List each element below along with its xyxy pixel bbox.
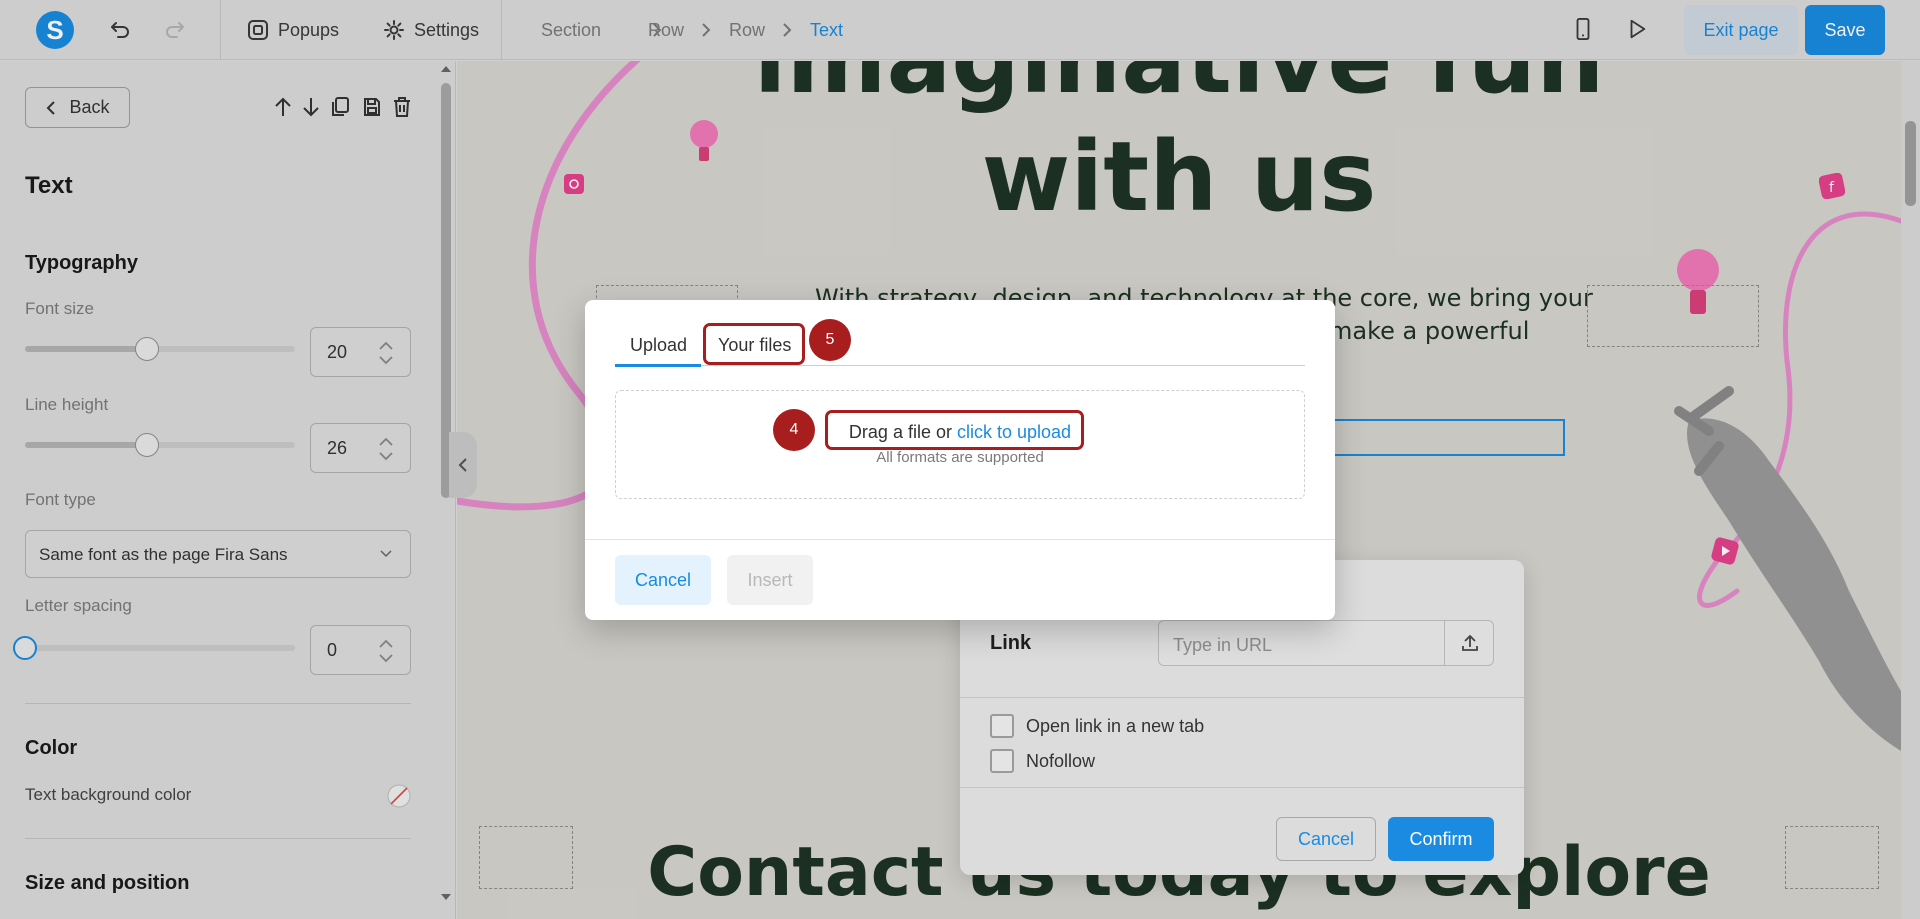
nofollow-checkbox[interactable]	[990, 749, 1014, 773]
annotation-badge-4: 4	[773, 409, 815, 451]
annotation-highlight-upload	[825, 410, 1084, 450]
link-cancel-button[interactable]: Cancel	[1276, 817, 1376, 861]
nofollow-label: Nofollow	[1026, 751, 1096, 771]
formats-note: All formats are supported	[876, 449, 1044, 466]
active-tab-indicator	[615, 364, 701, 367]
upload-icon[interactable]	[1460, 633, 1480, 653]
url-input[interactable]: Type in URL	[1158, 620, 1494, 666]
link-confirm-button[interactable]: Confirm	[1388, 817, 1494, 861]
tab-upload[interactable]: Upload	[630, 335, 687, 356]
new-tab-label: Open link in a new tab	[1026, 716, 1205, 736]
url-placeholder: Type in URL	[1173, 635, 1273, 655]
new-tab-checkbox[interactable]	[990, 714, 1014, 738]
annotation-highlight-your-files	[703, 323, 805, 365]
annotation-badge-5: 5	[809, 319, 851, 361]
link-label: Link	[990, 632, 1032, 654]
modal-cancel-button[interactable]: Cancel	[615, 555, 711, 605]
modal-insert-button[interactable]: Insert	[727, 555, 813, 605]
file-upload-modal: Upload Your files 5 Drag a file or click…	[585, 300, 1335, 620]
